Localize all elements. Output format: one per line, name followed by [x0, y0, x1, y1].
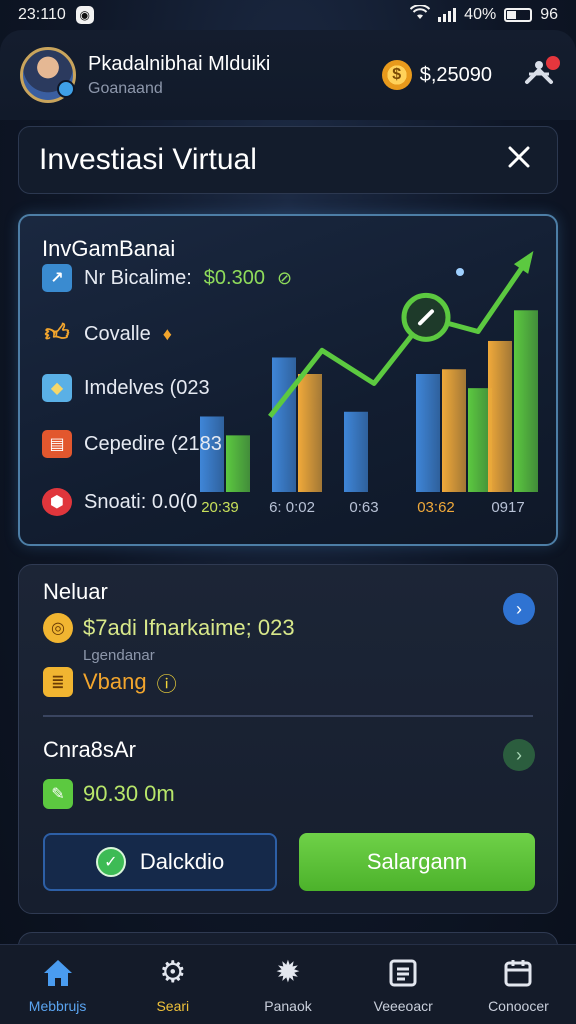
stat-label: Snoati: 0.0(0 [84, 490, 198, 513]
nav-label: Seari [156, 997, 190, 1014]
stat-label: Covalle [84, 322, 151, 345]
notification-badge [546, 56, 560, 70]
target-icon: ◎ [43, 613, 73, 643]
stat-row-balance: ↗ Nr Bicalime: $0.300 ⊘ [42, 264, 292, 292]
pin-icon: ♦ [162, 323, 172, 344]
chart-tick-label: 0917 [491, 499, 524, 516]
neluar-tag: Vbang [83, 669, 147, 694]
expand-button-cnra8sar[interactable]: › [503, 739, 535, 771]
chart-tick-label: 03:62 [417, 499, 455, 516]
cnra8sar-value-row: ✎ 90.30 0m [43, 779, 175, 809]
nav-label: Panaok [264, 997, 312, 1014]
calendar-icon [501, 956, 535, 990]
salargann-label: Salargann [366, 849, 468, 874]
chart-tick-label: 6: 0:02 [269, 499, 315, 516]
neluar-subtext: Lgendanar [83, 647, 155, 664]
nav-label: Mebbrujs [28, 997, 87, 1014]
summary-card: Neluar › ◎ $7adi Ifnarkaime; 023 Lgendan… [18, 564, 558, 914]
chart-bar [442, 369, 466, 492]
balance-value: $,25090 [419, 63, 492, 86]
shield-icon: ⬢ [42, 488, 72, 516]
section-title-cnra8sar: Cnra8sAr [43, 737, 136, 762]
close-icon [508, 146, 530, 168]
chart-bar [226, 435, 250, 492]
document-icon: ≣ [43, 667, 73, 697]
avatar[interactable] [20, 47, 76, 103]
document-icon [386, 956, 420, 990]
settings-icon: ✹ [275, 956, 301, 989]
thumbs-up-icon: 👍︎ [44, 320, 70, 347]
neluar-line: ◎ $7adi Ifnarkaime; 023 [43, 613, 295, 643]
sparkle [456, 268, 464, 276]
stat-label: Imdelves (023 [84, 376, 210, 399]
nav-item-panaok[interactable]: ✹ Panaok [230, 945, 345, 1024]
wifi-icon [409, 3, 431, 26]
chart-bar [298, 374, 322, 492]
investment-chart-card[interactable]: 20:39 6: 0:02 0:63 03:62 0917 InvGamBanai ↗ … [18, 214, 558, 546]
stat-label: Nr Bicalime: [84, 266, 192, 289]
battery-percent: 40% [464, 6, 497, 23]
section-title-neluar: Neluar [43, 579, 108, 604]
status-extra: 96 [540, 6, 558, 23]
user-info: Pkadalnibhai Mlduiki Goanaand [88, 53, 382, 98]
app-notification-icon: ◉ [75, 6, 94, 24]
cnra8sar-value: 90.30 0m [83, 781, 175, 806]
nav-item-seari[interactable]: ⚙ Seari [115, 945, 230, 1024]
stat-label: Cepedire (2183 [84, 432, 222, 455]
chevron-right-icon: › [516, 598, 522, 619]
chart-bar [416, 374, 440, 492]
nav-label: Veeeoacr [373, 997, 433, 1014]
edit-icon: ✎ [43, 779, 73, 809]
stat-row-covalle: 👍︎ Covalle ♦ [42, 320, 172, 348]
chevron-right-icon: › [516, 744, 522, 765]
layers-icon: ◆ [42, 374, 72, 402]
nav-item-veeeoacr[interactable]: Veeeoacr [346, 945, 461, 1024]
check-icon: ✓ [95, 847, 126, 877]
battery-icon [504, 8, 533, 22]
chart-icon: ▤ [42, 430, 72, 458]
signal-icon [438, 8, 457, 22]
user-subtitle: Goanaand [88, 79, 163, 97]
divider [43, 715, 533, 717]
neluar-tag-row: ≣ Vbang ⓘ [43, 667, 177, 697]
dalckdio-button[interactable]: ✓ Dalckdio [43, 833, 277, 891]
user-name: Pkadalnibhai Mlduiki [88, 52, 271, 75]
close-button[interactable] [501, 143, 537, 177]
page-title: Investiasi Virtual [39, 143, 257, 176]
nav-item-home[interactable]: Mebbrujs [0, 945, 115, 1024]
stat-row-cepedire: ▤ Cepedire (2183 [42, 430, 222, 458]
chart-bar [514, 310, 538, 492]
check-icon: ⊘ [276, 267, 293, 288]
chart-heading: InvGamBanai [42, 236, 176, 261]
edit-icon: ↗ [42, 264, 72, 292]
stat-row-imdelves: ◆ Imdelves (023 [42, 374, 210, 402]
bottom-nav: Mebbrujs ⚙ Seari ✹ Panaok Veeeoacr Conoo… [0, 944, 576, 1024]
expand-button-neluar[interactable]: › [503, 593, 535, 625]
info-icon: ⓘ [156, 673, 177, 696]
dalckdio-label: Dalckdio [139, 849, 225, 874]
nav-label: Conoocer [488, 997, 549, 1014]
chart-tick-label: 0:63 [349, 499, 378, 516]
profile-header: Pkadalnibhai Mlduiki Goanaand $ $,25090 [0, 30, 576, 120]
page-title-bar: Investiasi Virtual [18, 126, 558, 194]
trend-arrowhead [513, 251, 534, 274]
salargann-button[interactable]: Salargann [299, 833, 535, 891]
coin-icon: $ [381, 60, 412, 90]
chart-tick-label: 20:39 [201, 499, 239, 516]
nav-item-conoocer[interactable]: Conoocer [461, 945, 576, 1024]
notification-button[interactable] [522, 56, 560, 92]
status-bar: 23:110 ◉ 40% 96 [0, 0, 576, 30]
chart-bar [488, 340, 512, 492]
status-time: 23:110 [18, 6, 66, 23]
stat-row-snoati: ⬢ Snoati: 0.0(0 [42, 488, 197, 516]
neluar-line-text: $7adi Ifnarkaime; 023 [83, 615, 295, 640]
gear-icon: ⚙ [159, 956, 187, 989]
chart-bar [272, 357, 296, 492]
chart-bar [344, 411, 368, 492]
stat-value: $0.300 [203, 266, 265, 289]
home-icon [41, 956, 75, 990]
